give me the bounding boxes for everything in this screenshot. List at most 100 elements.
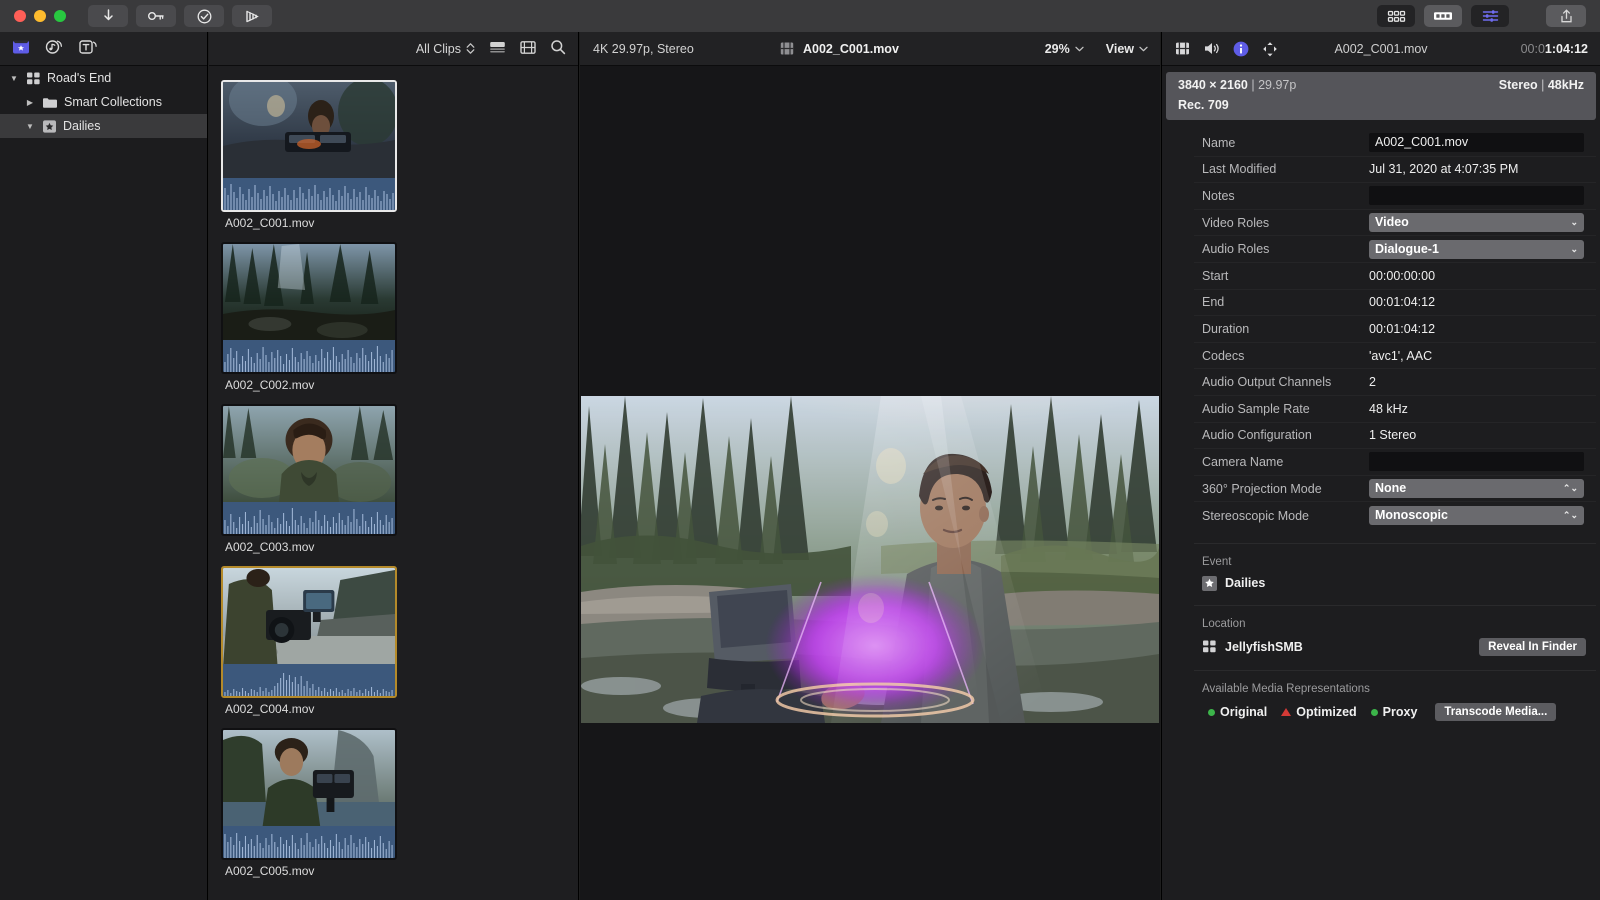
row-value: 1 Stereo <box>1369 428 1417 443</box>
chevron-down-icon: ⌄ <box>1570 243 1578 254</box>
name-field[interactable]: A002_C001.mov <box>1369 133 1584 153</box>
zoom-window-button[interactable] <box>54 10 66 22</box>
disclosure-down-icon[interactable]: ▼ <box>8 74 20 83</box>
filmstrip-view-icon[interactable] <box>520 40 536 58</box>
inspector-panel: A002_C001.mov 00:01:04:12 3840 × 2160 | … <box>1161 32 1600 900</box>
rep-label: Proxy <box>1382 704 1418 719</box>
row-label: Codecs <box>1202 348 1245 363</box>
video-preview-frame[interactable] <box>581 396 1159 723</box>
audio-enhance-button[interactable] <box>232 5 272 27</box>
photos-audio-icon[interactable] <box>44 38 64 60</box>
list-item[interactable]: A002_C002.mov <box>221 242 397 392</box>
share-inspector-tab[interactable] <box>1262 41 1278 57</box>
disclosure-right-icon[interactable]: ▶ <box>24 98 36 107</box>
clip-label: A002_C003.mov <box>225 540 315 554</box>
summary-colorspace: Rec. 709 <box>1178 98 1229 112</box>
clip-thumbnail[interactable] <box>221 242 397 374</box>
row-label: Audio Sample Rate <box>1202 401 1310 416</box>
timecode-dim: 00:0 <box>1520 41 1545 56</box>
zoom-level-dropdown[interactable]: 29% <box>1045 42 1084 56</box>
inspector-toggle-button[interactable] <box>1471 5 1509 27</box>
row-label: Stereoscopic Mode <box>1202 508 1310 523</box>
list-item[interactable]: A002_C005.mov <box>221 728 397 878</box>
clip-thumbnail[interactable] <box>221 80 397 212</box>
browser-toggle-button[interactable] <box>1377 5 1415 27</box>
viewer-panel: 4K 29.97p, Stereo A002_C001.mov 29% View <box>580 32 1160 900</box>
folder-icon <box>42 96 58 109</box>
audio-roles-dropdown[interactable]: Dialogue-1 ⌄ <box>1369 239 1584 259</box>
info-inspector-tab[interactable] <box>1233 41 1249 57</box>
row-label: 360° Projection Mode <box>1202 481 1322 496</box>
clip-label: A002_C002.mov <box>225 378 315 392</box>
list-item[interactable]: A002_C003.mov <box>221 404 397 554</box>
minimize-window-button[interactable] <box>34 10 46 22</box>
notes-field[interactable] <box>1369 186 1584 206</box>
projection-mode-stepper[interactable]: None ⌃⌄ <box>1369 479 1584 499</box>
rep-label: Optimized <box>1296 704 1357 719</box>
clip-thumbnail-image <box>223 730 395 830</box>
list-item[interactable]: A002_C001.mov <box>221 80 397 230</box>
table-row[interactable]: Notes <box>1194 183 1596 210</box>
view-options-dropdown[interactable]: View <box>1106 42 1148 56</box>
view-options-label: View <box>1105 41 1134 56</box>
row-label: Last Modified <box>1202 162 1277 177</box>
camera-name-field[interactable] <box>1369 452 1584 472</box>
dropdown-value: Dialogue-1 <box>1375 241 1439 256</box>
table-row[interactable]: Name A002_C001.mov <box>1194 130 1596 157</box>
search-icon[interactable] <box>550 39 566 58</box>
stereoscopic-mode-stepper[interactable]: Monoscopic ⌃⌄ <box>1369 506 1584 526</box>
clip-filter-dropdown[interactable]: All Clips <box>416 42 475 56</box>
disclosure-down-icon[interactable]: ▼ <box>24 122 36 131</box>
download-arrow-icon <box>103 9 113 21</box>
audio-inspector-tab[interactable] <box>1203 41 1220 56</box>
sidebar-item-label: Smart Collections <box>64 95 162 109</box>
table-row[interactable]: Video Roles Video ⌄ <box>1194 210 1596 237</box>
location-name: JellyfishSMB <box>1225 639 1303 654</box>
keyword-editor-button[interactable] <box>136 5 176 27</box>
dropdown-value: Monoscopic <box>1375 508 1448 523</box>
sidebar-item-smart-collections[interactable]: ▶ Smart Collections <box>0 90 207 114</box>
rep-label: Original <box>1220 704 1268 719</box>
viewer-format-label: 4K 29.97p, Stereo <box>593 41 694 56</box>
traffic-light-controls[interactable] <box>14 10 66 22</box>
row-label: Name <box>1202 135 1236 150</box>
location-row[interactable]: JellyfishSMB Reveal In Finder <box>1194 637 1596 656</box>
table-row[interactable]: Camera Name <box>1194 449 1596 476</box>
list-item[interactable]: A002_C004.mov <box>221 566 397 716</box>
clip-thumbnail[interactable] <box>221 566 397 698</box>
timeline-toggle-button[interactable] <box>1424 5 1462 27</box>
table-row: Codecs 'avc1', AAC <box>1194 343 1596 370</box>
video-inspector-tab[interactable] <box>1175 41 1190 56</box>
clip-appearance-icon[interactable] <box>489 40 506 58</box>
titles-generators-icon[interactable] <box>78 38 98 60</box>
row-value: 00:01:04:12 <box>1369 295 1436 310</box>
import-media-button[interactable] <box>88 5 128 27</box>
clip-thumbnail[interactable] <box>221 728 397 860</box>
clip-summary-card: 3840 × 2160 | 29.97p Stereo | 48kHz Rec.… <box>1166 72 1596 120</box>
table-row[interactable]: Audio Roles Dialogue-1 ⌄ <box>1194 236 1596 263</box>
table-row[interactable]: Stereoscopic Mode Monoscopic ⌃⌄ <box>1194 502 1596 529</box>
reveal-in-finder-button[interactable]: Reveal In Finder <box>1479 637 1586 656</box>
table-row[interactable]: 360° Projection Mode None ⌃⌄ <box>1194 476 1596 503</box>
sidebar-item-roads-end[interactable]: ▼ Road's End <box>0 66 207 90</box>
clip-filter-label: All Clips <box>415 41 461 56</box>
browser-toolbar: All Clips <box>209 32 578 66</box>
event-row[interactable]: Dailies <box>1194 575 1596 591</box>
sidebar-item-dailies[interactable]: ▼ Dailies <box>0 114 207 138</box>
timeline-strip-icon <box>1434 12 1452 20</box>
chevron-down-icon: ⌄ <box>1570 217 1578 228</box>
filmstrip-icon <box>780 41 794 56</box>
video-roles-dropdown[interactable]: Video ⌄ <box>1369 213 1584 233</box>
close-window-button[interactable] <box>14 10 26 22</box>
row-label: Camera Name <box>1202 454 1284 469</box>
chevron-down-icon <box>1139 46 1148 51</box>
analyze-button[interactable] <box>184 5 224 27</box>
viewer-canvas[interactable] <box>580 66 1160 900</box>
library-icon <box>26 71 41 86</box>
share-button[interactable] <box>1546 5 1586 27</box>
video-preview-image <box>581 396 1159 723</box>
dropdown-value: Video <box>1375 215 1409 230</box>
libraries-icon[interactable] <box>12 38 30 60</box>
transcode-media-button[interactable]: Transcode Media... <box>1435 702 1557 721</box>
clip-thumbnail[interactable] <box>221 404 397 536</box>
